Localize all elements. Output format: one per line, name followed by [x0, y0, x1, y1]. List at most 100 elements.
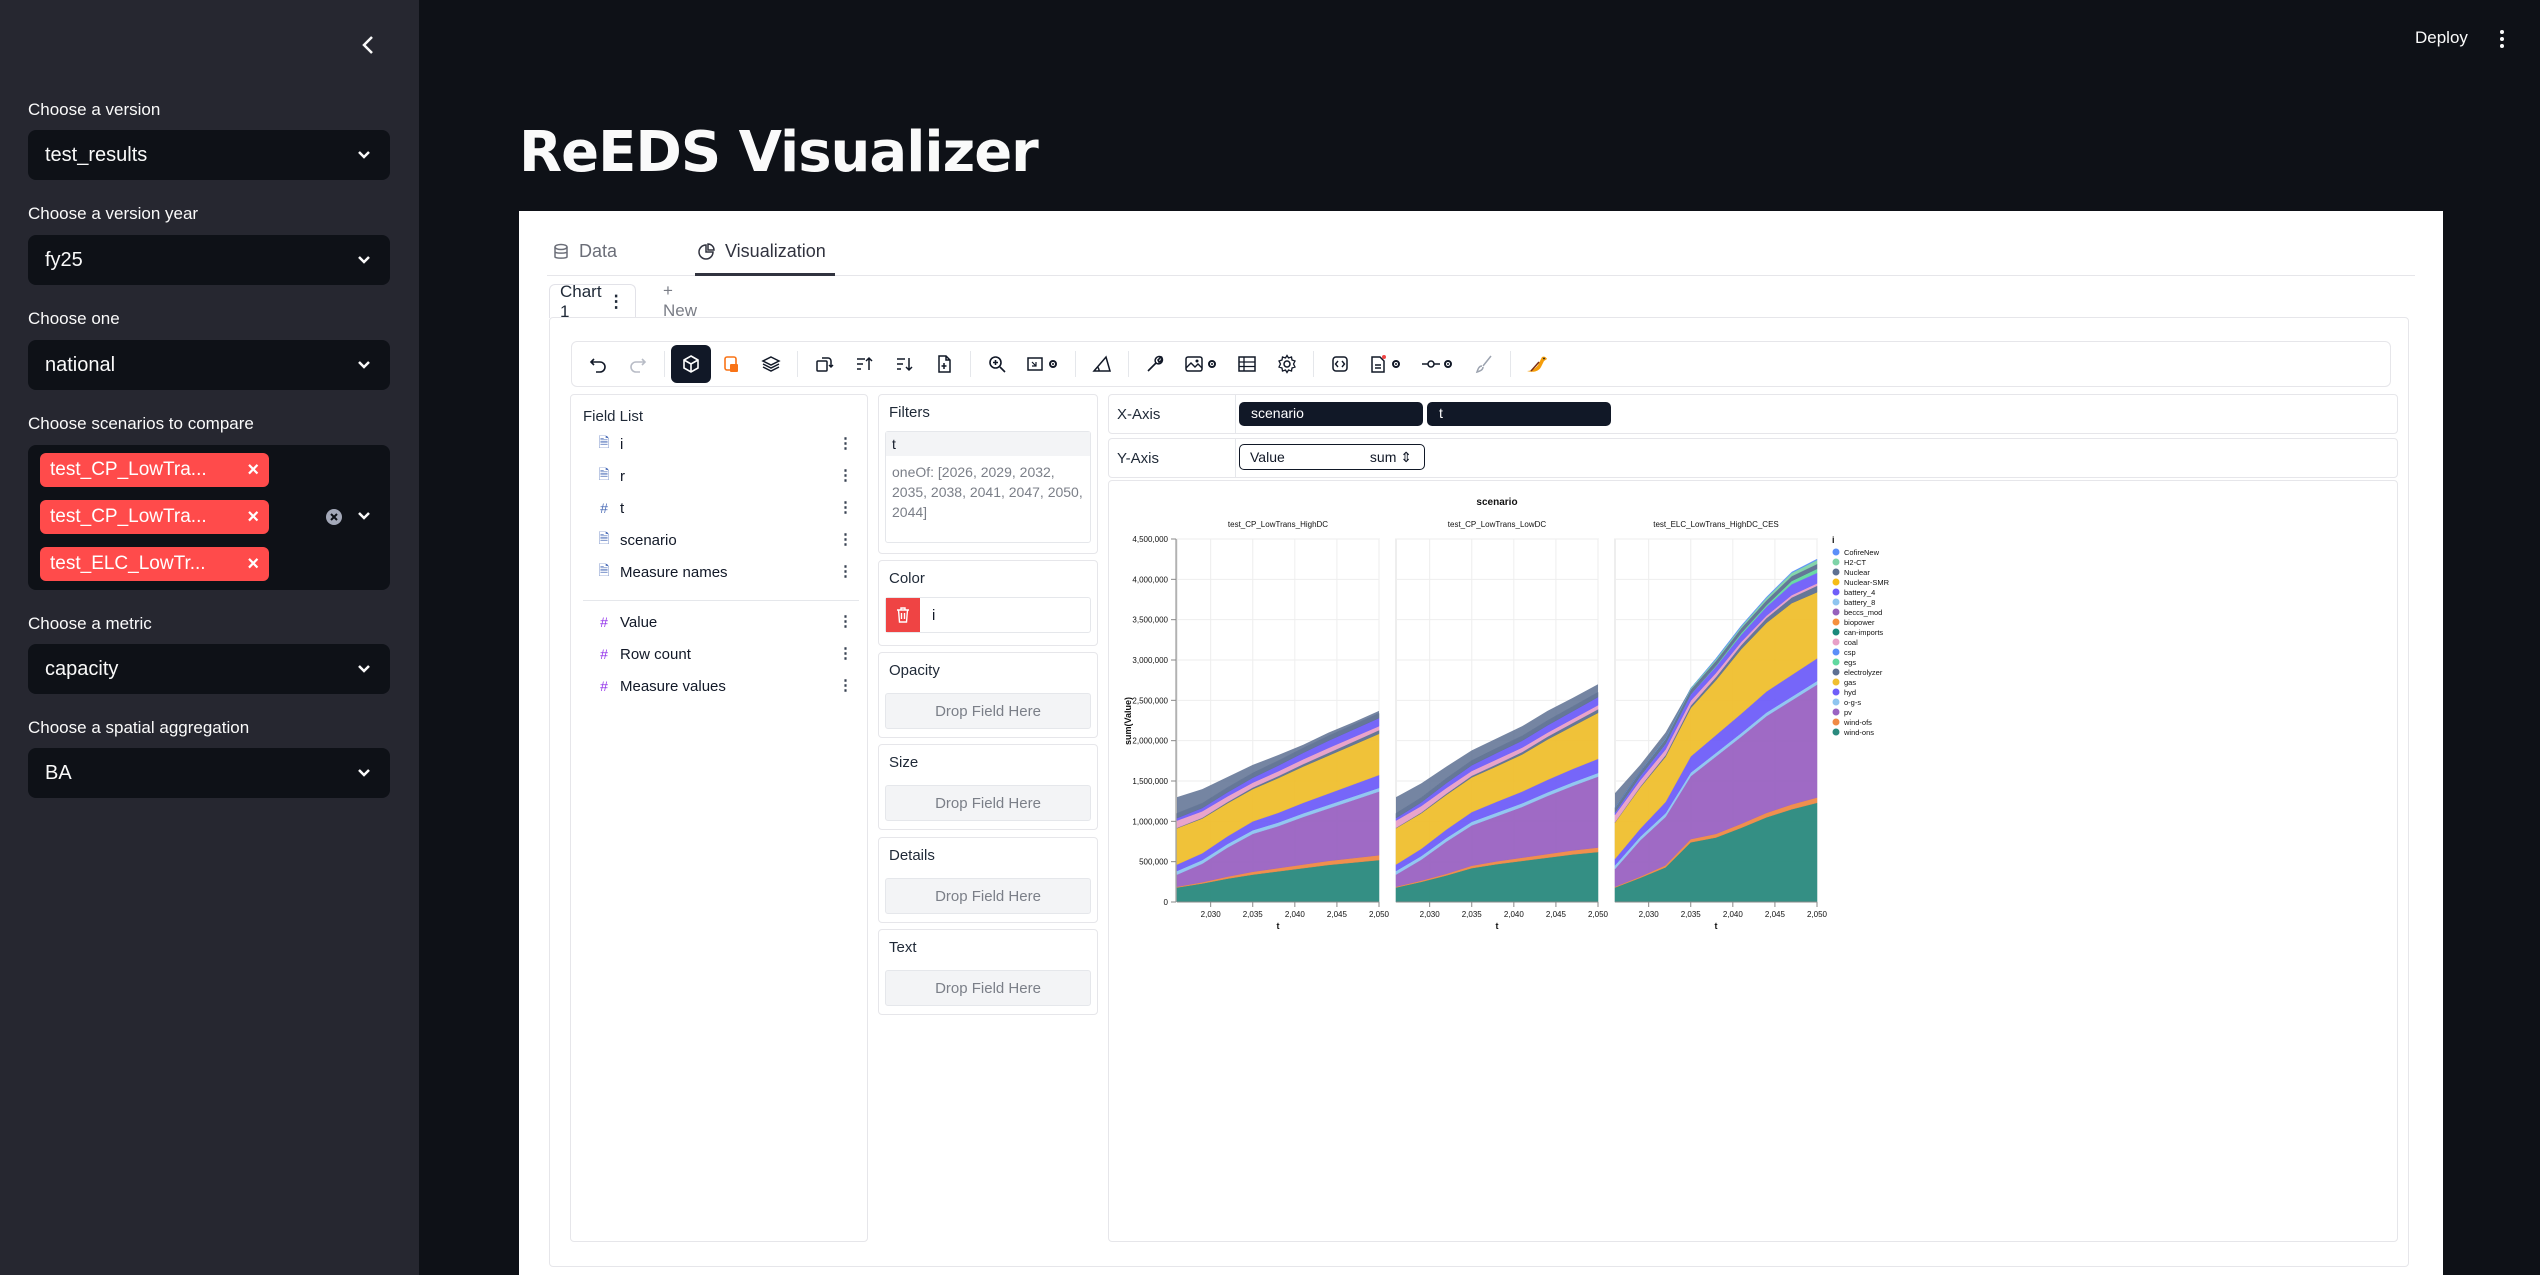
new-chart-tab[interactable]: + New [653, 281, 707, 320]
x-tick-label: 2,045 [1765, 910, 1786, 919]
sort-descending-button[interactable] [884, 345, 924, 383]
shelf-divider [1235, 395, 1236, 433]
redo-button[interactable] [618, 345, 658, 383]
field-menu-icon[interactable]: ⋮ [838, 676, 853, 694]
chart-tab-1[interactable]: Chart 1 ⋮ [549, 282, 636, 321]
gear-icon [1278, 354, 1296, 374]
color-field[interactable]: i [885, 597, 1091, 633]
remove-chip-icon[interactable]: × [247, 506, 259, 529]
legend-swatch [1832, 658, 1840, 666]
tools-button[interactable] [1135, 345, 1175, 383]
legend-swatch [1832, 708, 1840, 716]
y-tick-label: 500,000 [1139, 858, 1168, 867]
layout-size-button[interactable] [1017, 345, 1069, 383]
year-select[interactable]: fy25 [28, 235, 390, 285]
sort-ascending-button[interactable] [844, 345, 884, 383]
remove-chip-icon[interactable]: × [247, 459, 259, 482]
legend-label: pv [1844, 708, 1852, 717]
tab-visualization[interactable]: Visualization [697, 241, 826, 262]
paint-button[interactable] [1464, 345, 1504, 383]
field-measure-values[interactable]: # Measure values ⋮ [595, 673, 857, 699]
text-drop-zone[interactable]: Drop Field Here [885, 970, 1091, 1006]
size-drop-zone[interactable]: Drop Field Here [885, 785, 1091, 821]
one-select[interactable]: national [28, 340, 390, 390]
database-icon [554, 243, 568, 259]
legend-swatch [1832, 548, 1840, 556]
remove-color-button[interactable] [886, 598, 920, 632]
export-button[interactable] [924, 345, 964, 383]
settings-button[interactable] [1267, 345, 1307, 383]
report-button[interactable] [1360, 345, 1412, 383]
field-menu-icon[interactable]: ⋮ [838, 644, 853, 662]
undo-button[interactable] [578, 345, 618, 383]
x-tick-label: 2,030 [1201, 910, 1222, 919]
field-value[interactable]: # Value ⋮ [595, 609, 857, 635]
doc-icon: 🗎 [598, 562, 610, 578]
chevron-down-icon[interactable] [354, 506, 374, 526]
x-field-pill-t[interactable]: t [1427, 402, 1611, 426]
main-menu-icon[interactable] [2497, 28, 2507, 50]
field-menu-icon[interactable]: ⋮ [838, 612, 853, 630]
trash-icon [897, 607, 909, 623]
undo-icon [589, 358, 606, 373]
x-axis-title: t [1715, 921, 1718, 931]
field-row-count[interactable]: # Row count ⋮ [595, 641, 857, 667]
facet-title: test_CP_LowTrans_LowDC [1448, 520, 1547, 529]
opacity-drop-zone[interactable]: Drop Field Here [885, 693, 1091, 729]
field-name: Value [620, 613, 658, 631]
facet-panel [1614, 538, 1818, 907]
chart-tab-menu-icon[interactable]: ⋮ [608, 292, 625, 312]
field-measure-names[interactable]: 🗎 Measure names ⋮ [595, 559, 857, 585]
field-scenario[interactable]: 🗎 scenario ⋮ [595, 527, 857, 553]
y-tick-label: 4,500,000 [1132, 535, 1168, 544]
field-menu-icon[interactable]: ⋮ [838, 498, 853, 516]
opacity-title: Opacity [889, 662, 940, 679]
table-view-button[interactable] [1227, 345, 1267, 383]
y-tick-label: 3,000,000 [1132, 656, 1168, 665]
field-i[interactable]: 🗎 i ⋮ [595, 431, 857, 457]
details-drop-zone[interactable]: Drop Field Here [885, 878, 1091, 914]
field-t[interactable]: # t ⋮ [595, 495, 857, 521]
version-select[interactable]: test_results [28, 130, 390, 180]
x-tick-label: 2,050 [1588, 910, 1609, 919]
cube-icon [683, 355, 699, 373]
shelf-divider [1235, 439, 1236, 477]
toolbar-divider [1075, 351, 1076, 377]
aggregation-select[interactable]: BA [28, 748, 390, 798]
logo-button[interactable] [1517, 345, 1557, 383]
version-value: test_results [45, 143, 148, 166]
legend-swatch [1832, 728, 1840, 736]
facet-header-title: scenario [1476, 497, 1517, 508]
field-r[interactable]: 🗎 r ⋮ [595, 463, 857, 489]
image-export-button[interactable] [1175, 345, 1227, 383]
timeline-button[interactable] [1412, 345, 1464, 383]
field-menu-icon[interactable]: ⋮ [838, 530, 853, 548]
filter-item[interactable]: t oneOf: [2026, 2029, 2032, 2035, 2038, … [885, 431, 1091, 543]
legend-label: wind-ons [1843, 728, 1874, 737]
field-menu-icon[interactable]: ⋮ [838, 466, 853, 484]
document-icon [938, 355, 951, 373]
aggregation-toggle-button[interactable] [671, 345, 711, 383]
scenario-chip[interactable]: test_CP_LowTra... × [40, 500, 269, 534]
code-export-button[interactable] [1320, 345, 1360, 383]
scenario-chip[interactable]: test_ELC_LowTr... × [40, 547, 269, 581]
scenarios-multiselect[interactable]: test_CP_LowTra... × test_CP_LowTra... × … [28, 445, 390, 590]
y-field-pill-value[interactable]: Value sum ⇕ [1239, 444, 1425, 470]
clear-all-icon[interactable] [324, 507, 344, 527]
tab-data[interactable]: Data [553, 241, 617, 262]
brush-tool-button[interactable] [1082, 345, 1122, 383]
stack-mode-button[interactable] [751, 345, 791, 383]
toolbar-divider [664, 351, 665, 377]
field-menu-icon[interactable]: ⋮ [838, 434, 853, 452]
remove-chip-icon[interactable]: × [247, 553, 259, 576]
metric-select[interactable]: capacity [28, 644, 390, 694]
deploy-button[interactable]: Deploy [2415, 28, 2468, 48]
collapse-sidebar-button[interactable] [355, 30, 381, 60]
x-field-pill-scenario[interactable]: scenario [1239, 402, 1423, 426]
scenario-chip[interactable]: test_CP_LowTra... × [40, 453, 269, 487]
transpose-button[interactable] [804, 345, 844, 383]
zoom-button[interactable] [977, 345, 1017, 383]
field-menu-icon[interactable]: ⋮ [838, 562, 853, 580]
mark-type-button[interactable] [711, 345, 751, 383]
y-aggregation-select[interactable]: sum ⇕ [1370, 449, 1412, 466]
